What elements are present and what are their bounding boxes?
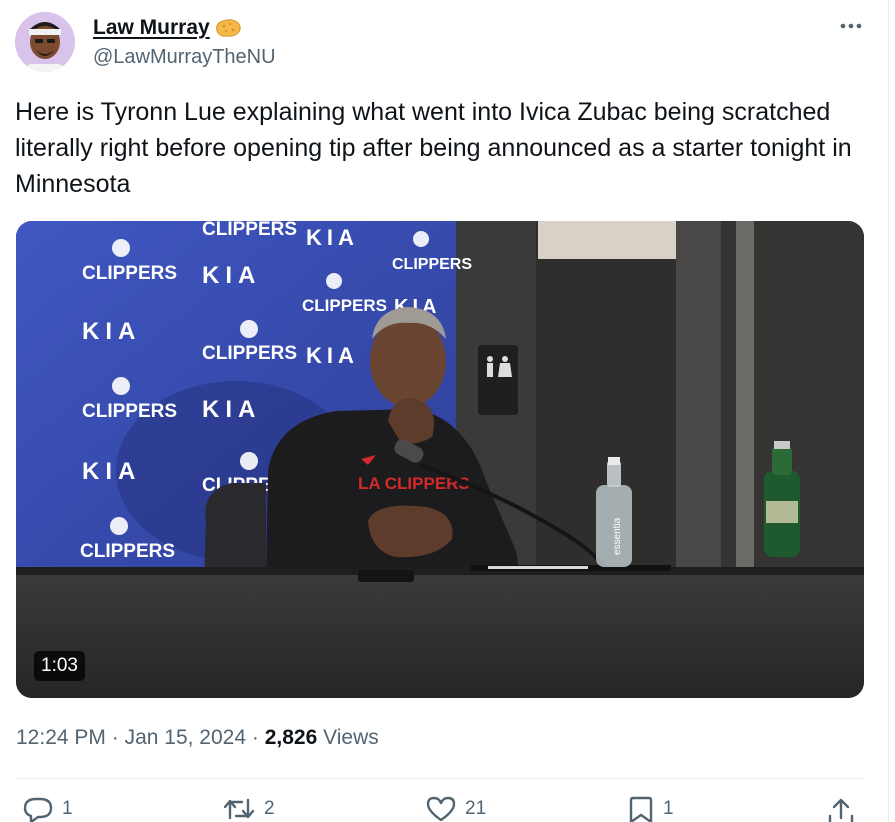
- author-display-name[interactable]: Law Murray: [93, 16, 210, 40]
- video-player[interactable]: CLIPPERS CLIPPERS CLIPPERS CLIPPERS CLIP…: [16, 221, 864, 698]
- share-button[interactable]: [826, 796, 856, 822]
- svg-text:CLIPPERS: CLIPPERS: [82, 401, 177, 422]
- svg-text:CLIPPERS: CLIPPERS: [82, 263, 177, 284]
- svg-text:CLIPPERS: CLIPPERS: [202, 221, 297, 240]
- svg-text:CLIPPERS: CLIPPERS: [202, 343, 297, 364]
- author-handle[interactable]: @LawMurrayTheNU: [93, 46, 276, 69]
- kia-logo: KIA: [82, 318, 141, 345]
- press-table: [16, 571, 864, 698]
- kia-logo: KIA: [306, 225, 359, 250]
- views-count: 2,826: [264, 726, 318, 749]
- share-icon: [828, 798, 854, 822]
- author-line: Law Murray: [93, 14, 243, 42]
- kia-logo: KIA: [202, 396, 261, 423]
- sponge-emoji-icon: [213, 17, 243, 39]
- svg-text:essentia: essentia: [612, 517, 623, 555]
- phone: [358, 570, 414, 582]
- views-label: Views: [323, 726, 379, 749]
- more-icon: [840, 23, 862, 29]
- like-count: 21: [465, 798, 487, 819]
- clippers-logo: CLIPPERS: [202, 221, 297, 240]
- meta-separator: ·: [111, 726, 119, 749]
- video-frame: CLIPPERS CLIPPERS CLIPPERS CLIPPERS CLIP…: [16, 221, 864, 698]
- meta-separator: ·: [251, 726, 259, 749]
- repost-count: 2: [264, 798, 275, 819]
- video-duration-badge: 1:03: [34, 651, 85, 681]
- avatar-illustration: [15, 12, 75, 72]
- bookmark-count: 1: [663, 798, 674, 819]
- kia-logo: KIA: [306, 343, 359, 368]
- reply-count: 1: [62, 798, 73, 819]
- svg-text:CLIPPERS: CLIPPERS: [80, 541, 175, 562]
- more-options-button[interactable]: [837, 14, 865, 38]
- reply-icon: [23, 797, 53, 822]
- like-icon: [426, 796, 456, 822]
- avatar[interactable]: [15, 12, 75, 72]
- restroom-sign: [478, 345, 518, 415]
- repost-icon: [223, 798, 255, 820]
- reply-button[interactable]: 1: [22, 796, 73, 822]
- tweet-text: Here is Tyronn Lue explaining what went …: [15, 98, 852, 198]
- bookmark-button[interactable]: 1: [627, 796, 674, 822]
- tweet-time[interactable]: 12:24 PM: [16, 726, 106, 749]
- column-border: [888, 0, 889, 821]
- tweet-metadata: 12:24 PM · Jan 15, 2024 · 2,826 Views: [16, 726, 379, 750]
- tweet-date[interactable]: Jan 15, 2024: [125, 726, 246, 749]
- kia-logo: KIA: [82, 458, 141, 485]
- chair: [204, 483, 266, 581]
- repost-button[interactable]: 2: [222, 796, 275, 822]
- svg-text:CLIPPERS: CLIPPERS: [392, 256, 472, 273]
- like-button[interactable]: 21: [425, 796, 486, 822]
- divider: [16, 778, 864, 779]
- kia-logo: KIA: [202, 262, 261, 289]
- svg-text:CLIPPERS: CLIPPERS: [302, 296, 387, 315]
- bookmark-icon: [629, 796, 653, 822]
